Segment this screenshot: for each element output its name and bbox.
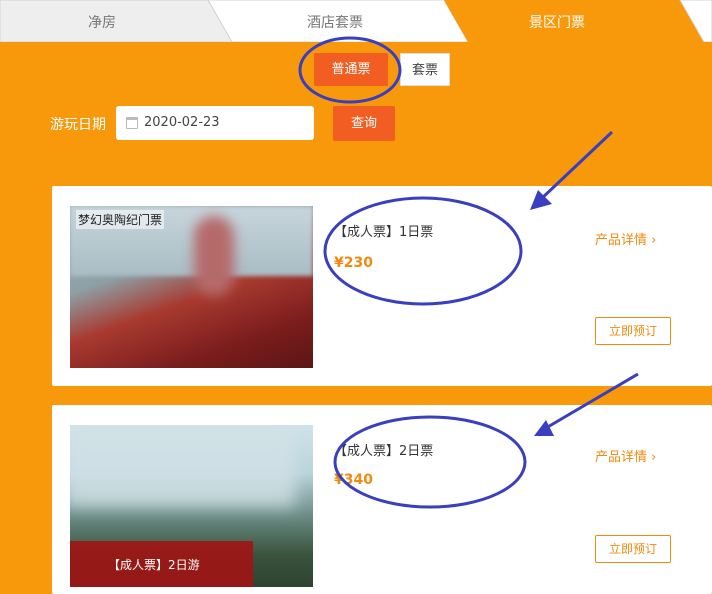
date-value: 2020-02-23 <box>144 115 220 130</box>
tab-hotel-package[interactable]: 酒店套票 <box>307 12 363 32</box>
chevron-right-icon: › <box>651 450 657 465</box>
product-card: 梦幻奥陶纪门票 【成人票】1日票 ¥230 产品详情 › 立即预订 <box>52 186 712 386</box>
tab-scenic-tickets[interactable]: 景区门票 <box>529 12 585 32</box>
date-input[interactable]: 2020-02-23 <box>116 106 314 140</box>
product-image-title: 梦幻奥陶纪门票 <box>76 210 165 229</box>
product-detail-link[interactable]: 产品详情 › <box>595 446 656 465</box>
book-now-button[interactable]: 立即预订 <box>595 317 671 345</box>
calendar-icon <box>126 117 138 129</box>
date-label: 游玩日期 <box>50 117 106 133</box>
normal-ticket-button[interactable]: 普通票 <box>314 53 388 86</box>
product-image[interactable]: 梦幻奥陶纪门票 <box>70 206 313 368</box>
tab-jingfang[interactable]: 净房 <box>88 12 116 32</box>
ticket-name: 【成人票】1日票 <box>334 225 434 240</box>
product-image[interactable]: 【成人票】2日游 <box>70 425 313 587</box>
product-card: 【成人票】2日游 【成人票】2日票 ¥340 产品详情 › 立即预订 <box>52 405 712 594</box>
tab-bar: 净房 酒店套票 景区门票 <box>0 0 712 42</box>
ticket-name: 【成人票】2日票 <box>334 444 434 459</box>
ticket-price: ¥340 <box>334 472 373 488</box>
query-button[interactable]: 查询 <box>333 106 395 141</box>
ticket-price: ¥230 <box>334 255 373 271</box>
chevron-right-icon: › <box>651 233 657 248</box>
product-image-banner: 【成人票】2日游 <box>70 541 253 587</box>
product-detail-link[interactable]: 产品详情 › <box>595 229 656 248</box>
book-now-button[interactable]: 立即预订 <box>595 535 671 563</box>
package-ticket-button[interactable]: 套票 <box>400 53 450 86</box>
